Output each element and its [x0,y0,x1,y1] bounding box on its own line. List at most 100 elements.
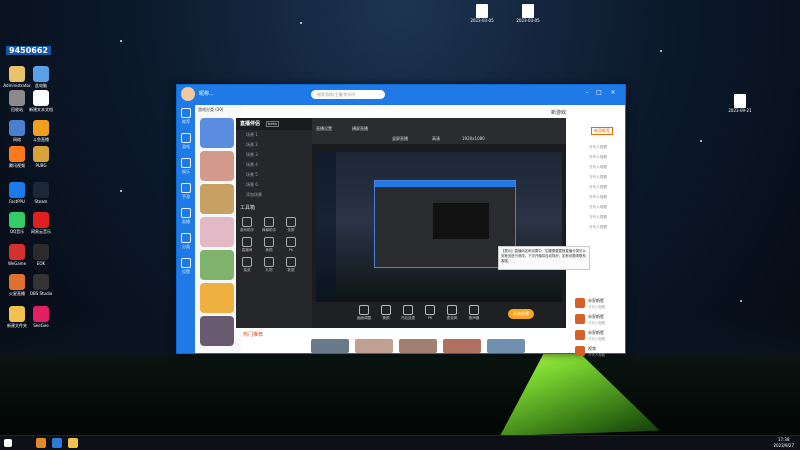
studio-tab[interactable]: 横屏直播 [352,126,368,132]
nav-icon [181,133,191,143]
desktop-icon[interactable]: Steam [26,182,56,209]
toolbar-button[interactable]: 扬声器 [464,305,484,321]
tooltip-message: 【提示】直播间名称设置中，如果需要更换直播分类可以到首页进行修改，下次开播将自动… [498,246,590,270]
toolbar-icon [425,305,435,315]
stream-thumbnail[interactable] [355,339,393,353]
toolbar-button[interactable]: 麦克风 [442,305,462,321]
maximize-icon[interactable]: □ [595,89,603,97]
scene-item[interactable]: 场景 3 [236,150,312,160]
desktop-icon[interactable]: EOK [26,244,56,271]
toolbar-icon [469,305,479,315]
scene-item[interactable]: 场景 6 [236,180,312,190]
game-thumbnail[interactable] [200,217,234,247]
stream-thumbnail[interactable] [399,339,437,353]
game-thumbnail[interactable] [200,151,234,181]
desktop-icon[interactable]: 新建文本文档 [26,90,56,117]
tool-button[interactable]: 录屏 [282,217,300,233]
nav-icon [181,258,191,268]
nav-icon [181,108,191,118]
desktop-icon-label: 新建文本文档 [29,107,53,112]
recommend-card[interactable]: 米家鹤壁 万代人观看 [575,313,621,327]
card-icon [575,346,585,356]
minimize-icon[interactable]: – [583,89,591,97]
studio-tab[interactable]: 1920x1080 [462,136,485,141]
nav-item[interactable]: 设置 [177,258,195,280]
clock[interactable]: 17:38 2023/9/27 [773,437,794,449]
file-icon[interactable] [476,4,488,18]
stream-thumbnail[interactable] [311,339,349,353]
tool-button[interactable]: 抽奖 [238,257,256,273]
app-icon [33,90,49,106]
game-thumbnail[interactable] [200,118,234,148]
close-icon[interactable]: × [609,89,617,97]
captured-desktop-icons [316,152,336,306]
toolbar-button[interactable]: 美颜 [376,305,396,321]
toolbar-label: PK [427,316,433,320]
nav-item[interactable]: 娱乐 [177,158,195,180]
tool-button[interactable]: 游戏助手 [238,217,256,233]
toolbar-button[interactable]: 画面调整 [354,305,374,321]
file-icon[interactable] [522,4,534,18]
viewer-count: 万代人观看 [589,215,607,219]
stream-thumbnail[interactable] [443,339,481,353]
tool-icon [286,217,296,227]
file-date: 2023-09-21 [728,108,752,113]
tool-button[interactable]: PK [282,237,300,252]
desktop-file-2[interactable]: 2023-03-05 [513,18,543,28]
game-thumbnail[interactable] [200,184,234,214]
tool-button[interactable]: 弹幕助手 [260,217,278,233]
desktop-icon[interactable]: 网易云音乐 [26,212,56,239]
app-icon [9,66,25,82]
taskbar-app-icon[interactable] [36,438,46,448]
nav-label: 手游 [182,194,190,199]
toolbar-button[interactable]: 开启连麦 [398,305,418,321]
game-thumbnail[interactable] [200,283,234,313]
desktop-icon[interactable]: 斗鱼直播 [26,120,56,147]
tool-icon [264,257,274,267]
scene-item[interactable]: 添加场景 [236,190,312,200]
new-game-tag[interactable]: 新游推荐 [591,127,613,135]
nav-item[interactable]: 游戏 [177,133,195,155]
recommend-card[interactable]: 视频 万代人观看 [575,345,621,359]
taskbar-app-icon[interactable] [52,438,62,448]
desktop-icon[interactable]: PUBG [26,146,56,173]
scene-item[interactable]: 场景 4 [236,160,312,170]
scene-item[interactable]: 场景 2 [236,140,312,150]
studio-tab[interactable]: 直播设置 [316,126,332,132]
game-thumbnail[interactable] [200,316,234,346]
tool-button[interactable]: 美颜 [260,237,278,253]
scene-item[interactable]: 场景 5 [236,170,312,180]
taskbar-app-icon[interactable] [68,438,78,448]
desktop-icon[interactable]: OBS Studio [26,274,56,301]
nav-item[interactable]: 推荐 [177,108,195,130]
nav-item[interactable]: 手游 [177,183,195,205]
tool-button[interactable]: 数据 [282,257,300,273]
scene-item[interactable]: 场景 1 [236,130,312,140]
game-thumbnail[interactable] [200,250,234,280]
desktop-icon-label: SeeGee [33,323,49,328]
studio-tab[interactable]: 高清 [432,136,440,142]
nav-item[interactable]: 分类 [177,233,195,255]
desktop-icon[interactable]: SeeGee [26,306,56,333]
tool-label: 直播间 [241,248,253,252]
recommend-card[interactable]: 米家鹤壁 万代人观看 [575,297,621,311]
desktop-icon[interactable]: 此电脑 [26,66,56,93]
viewer-count: 万代人观看 [589,225,607,229]
start-live-button[interactable]: 开始直播 [508,309,534,319]
nav-item[interactable]: 直播 [177,208,195,230]
file-icon[interactable] [734,94,746,108]
desktop-file-right[interactable]: 2023-09-21 [725,108,755,118]
studio-tab[interactable]: 竖屏直播 [392,136,408,142]
card-icon [575,298,585,308]
tool-button[interactable]: 直播间 [238,237,256,253]
desktop-file-1[interactable]: 2023-03-05 [467,18,497,28]
toolbar-button[interactable]: PK [420,305,440,320]
tool-button[interactable]: 礼物 [260,257,278,273]
nav-icon [181,183,191,193]
desktop-icon-label: Steam [34,199,48,204]
windows-start-icon[interactable] [4,439,12,447]
recommend-card[interactable]: 米家鹤壁 万代人观看 [575,329,621,343]
avatar[interactable] [181,87,195,101]
stream-thumbnail[interactable] [487,339,525,353]
search-input[interactable]: 搜索游戏/主播/房间号 [311,90,385,99]
